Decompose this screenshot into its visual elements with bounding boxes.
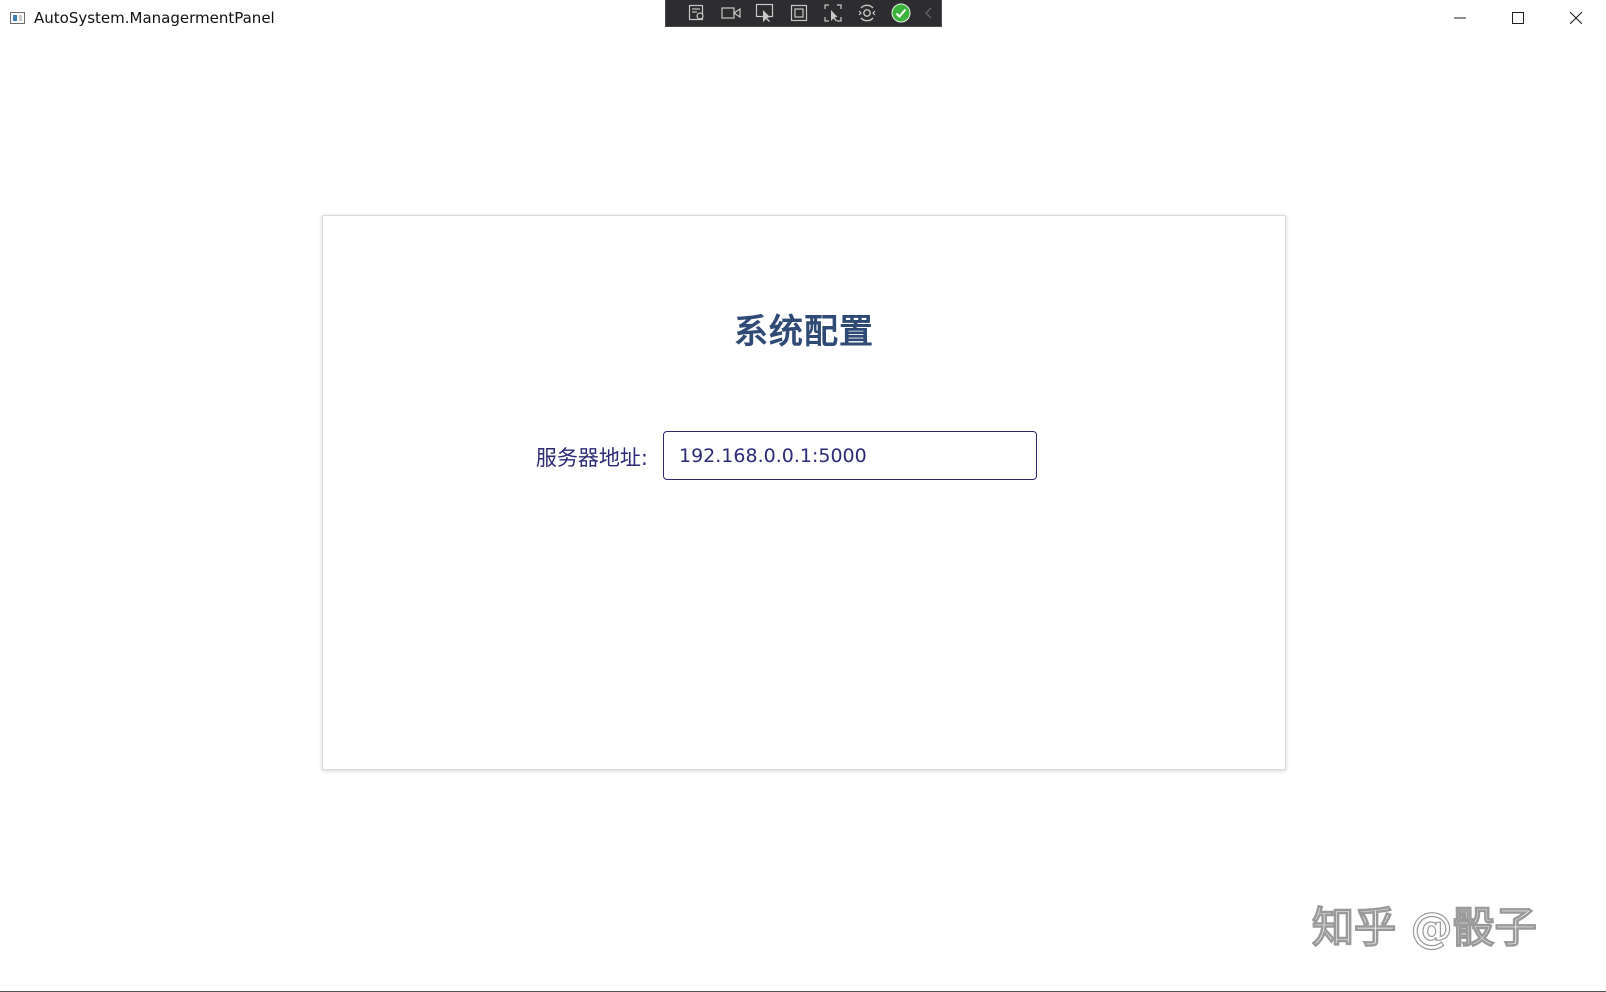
track-focus-button[interactable] <box>816 1 850 26</box>
close-button[interactable] <box>1548 0 1604 36</box>
watermark-text: 知乎 @骰子 <box>1312 903 1537 952</box>
maximize-icon <box>1512 12 1524 24</box>
close-icon <box>1570 12 1582 24</box>
server-address-label: 服务器地址: <box>535 446 648 470</box>
server-address-input[interactable] <box>663 431 1037 480</box>
collapse-chevron-left-icon <box>925 7 932 19</box>
debug-toolbar <box>665 0 942 27</box>
maximize-button[interactable] <box>1490 0 1546 36</box>
live-visual-tree-button[interactable] <box>680 1 714 26</box>
app-window-icon <box>10 12 25 24</box>
select-element-button[interactable] <box>748 1 782 26</box>
window-title: AutoSystem.ManagermentPanel <box>34 9 275 27</box>
zhihu-watermark: 知乎 @骰子 <box>1312 902 1537 952</box>
minimize-button[interactable] <box>1432 0 1488 36</box>
binding-ok-check-icon <box>891 3 911 23</box>
live-visual-tree-icon <box>688 4 704 21</box>
display-layout-adorners-icon <box>790 4 808 22</box>
hot-reload-button[interactable] <box>850 1 884 26</box>
track-focus-icon <box>824 4 842 22</box>
select-element-icon <box>755 3 774 22</box>
record-camera-button[interactable] <box>714 1 748 26</box>
collapse-toolbar-button[interactable] <box>918 1 940 26</box>
record-camera-icon <box>721 7 741 19</box>
minimize-icon <box>1454 17 1466 19</box>
binding-status-button[interactable] <box>884 1 918 26</box>
layout-adorners-button[interactable] <box>782 1 816 26</box>
hot-reload-icon <box>858 4 876 22</box>
system-config-card: 系统配置 服务器地址: <box>322 215 1286 770</box>
page-title: 系统配置 <box>734 312 874 352</box>
